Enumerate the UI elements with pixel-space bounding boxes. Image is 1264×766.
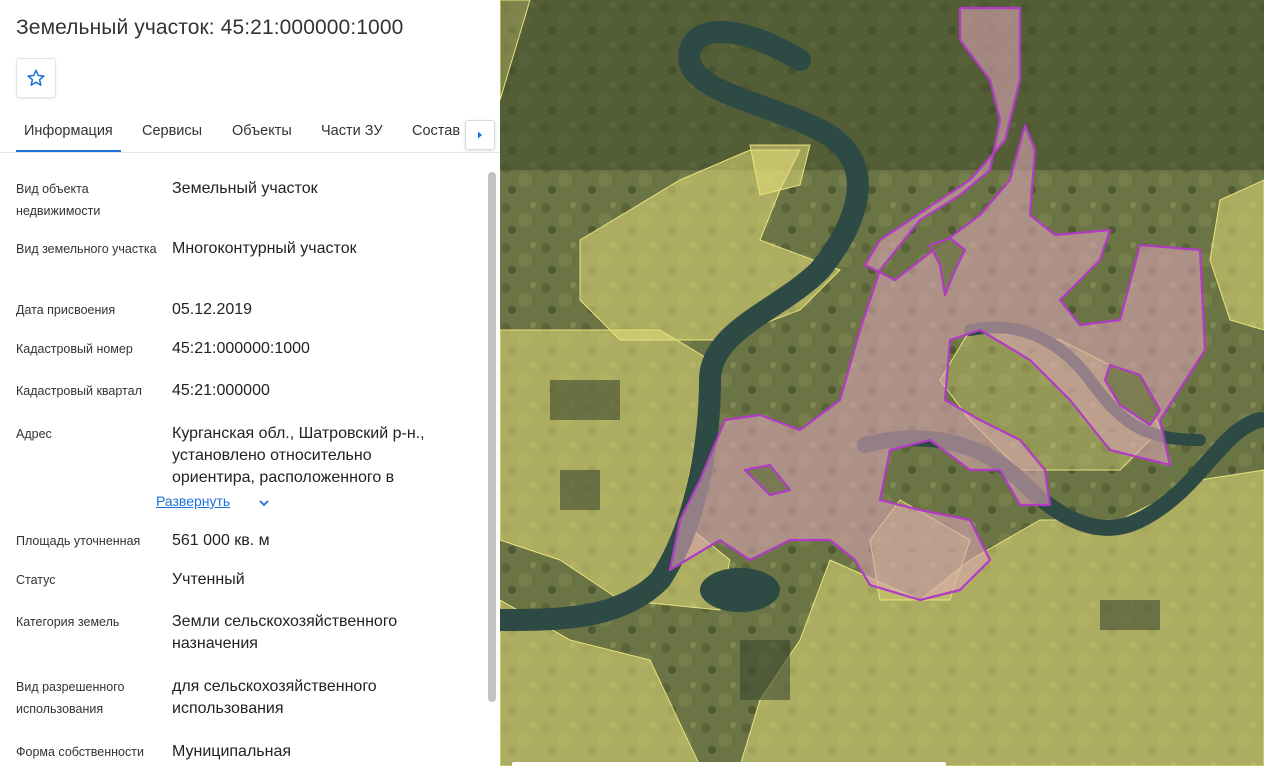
star-outline-icon — [27, 69, 45, 86]
field-value: 45:21:000000 — [172, 382, 270, 399]
field-label: Дата присвоения — [16, 303, 116, 317]
field-label: Площадь уточненная — [16, 534, 141, 548]
page-title: Земельный участок: 45:21:000000:1000 — [16, 16, 404, 39]
field-label: Статус — [16, 573, 56, 587]
tab-bar: Информация Сервисы Объекты Части ЗУ Сост… — [0, 112, 500, 153]
field-value: Земельный участок — [172, 180, 318, 197]
field-row-address: Адрес Курганская обл., Шатровский р-н., … — [16, 423, 484, 518]
field-label: Адрес — [16, 427, 52, 441]
tab-composition[interactable]: Состав — [412, 112, 460, 152]
field-value: 561 000 кв. м — [172, 532, 270, 549]
field-label: Форма собственности — [16, 745, 144, 759]
map-bottom-bar — [512, 762, 946, 766]
field-label: Вид объекта недвижимости — [16, 182, 101, 218]
satellite-map[interactable] — [500, 0, 1264, 766]
info-panel: Земельный участок: 45:21:000000:1000 Инф… — [0, 0, 500, 766]
info-list: Вид объекта недвижимости Земельный участ… — [0, 153, 484, 766]
triangle-right-icon — [478, 131, 482, 139]
tabs-scroll-right-button[interactable] — [465, 120, 495, 150]
field-value: Учтенный — [172, 571, 245, 588]
field-value: для сельскохозяйственного использования — [172, 678, 377, 717]
chevron-down-icon[interactable] — [258, 499, 270, 507]
field-value: 45:21:000000:1000 — [172, 340, 310, 357]
field-value: Муниципальная — [172, 743, 292, 760]
tab-objects[interactable]: Объекты — [232, 112, 292, 152]
scrollbar-thumb[interactable] — [488, 172, 496, 702]
field-value: Курганская обл., Шатровский р-н., устано… — [172, 425, 425, 486]
field-label: Категория земель — [16, 615, 120, 629]
expand-address-link[interactable]: Развернуть — [156, 493, 230, 509]
tab-parts[interactable]: Части ЗУ — [321, 112, 383, 152]
field-value: Многоконтурный участок — [172, 240, 357, 257]
favorite-button[interactable] — [16, 58, 56, 98]
tab-services[interactable]: Сервисы — [142, 112, 202, 152]
field-label: Вид разрешенного использования — [16, 680, 125, 716]
field-label: Кадастровый номер — [16, 342, 133, 356]
field-label: Кадастровый квартал — [16, 384, 142, 398]
tab-information[interactable]: Информация — [16, 112, 121, 152]
field-value: Земли сельскохозяйственного назначения — [172, 613, 398, 652]
field-value: 05.12.2019 — [172, 301, 253, 318]
field-label: Вид земельного участка — [16, 242, 157, 256]
map-view[interactable] — [500, 0, 1264, 766]
